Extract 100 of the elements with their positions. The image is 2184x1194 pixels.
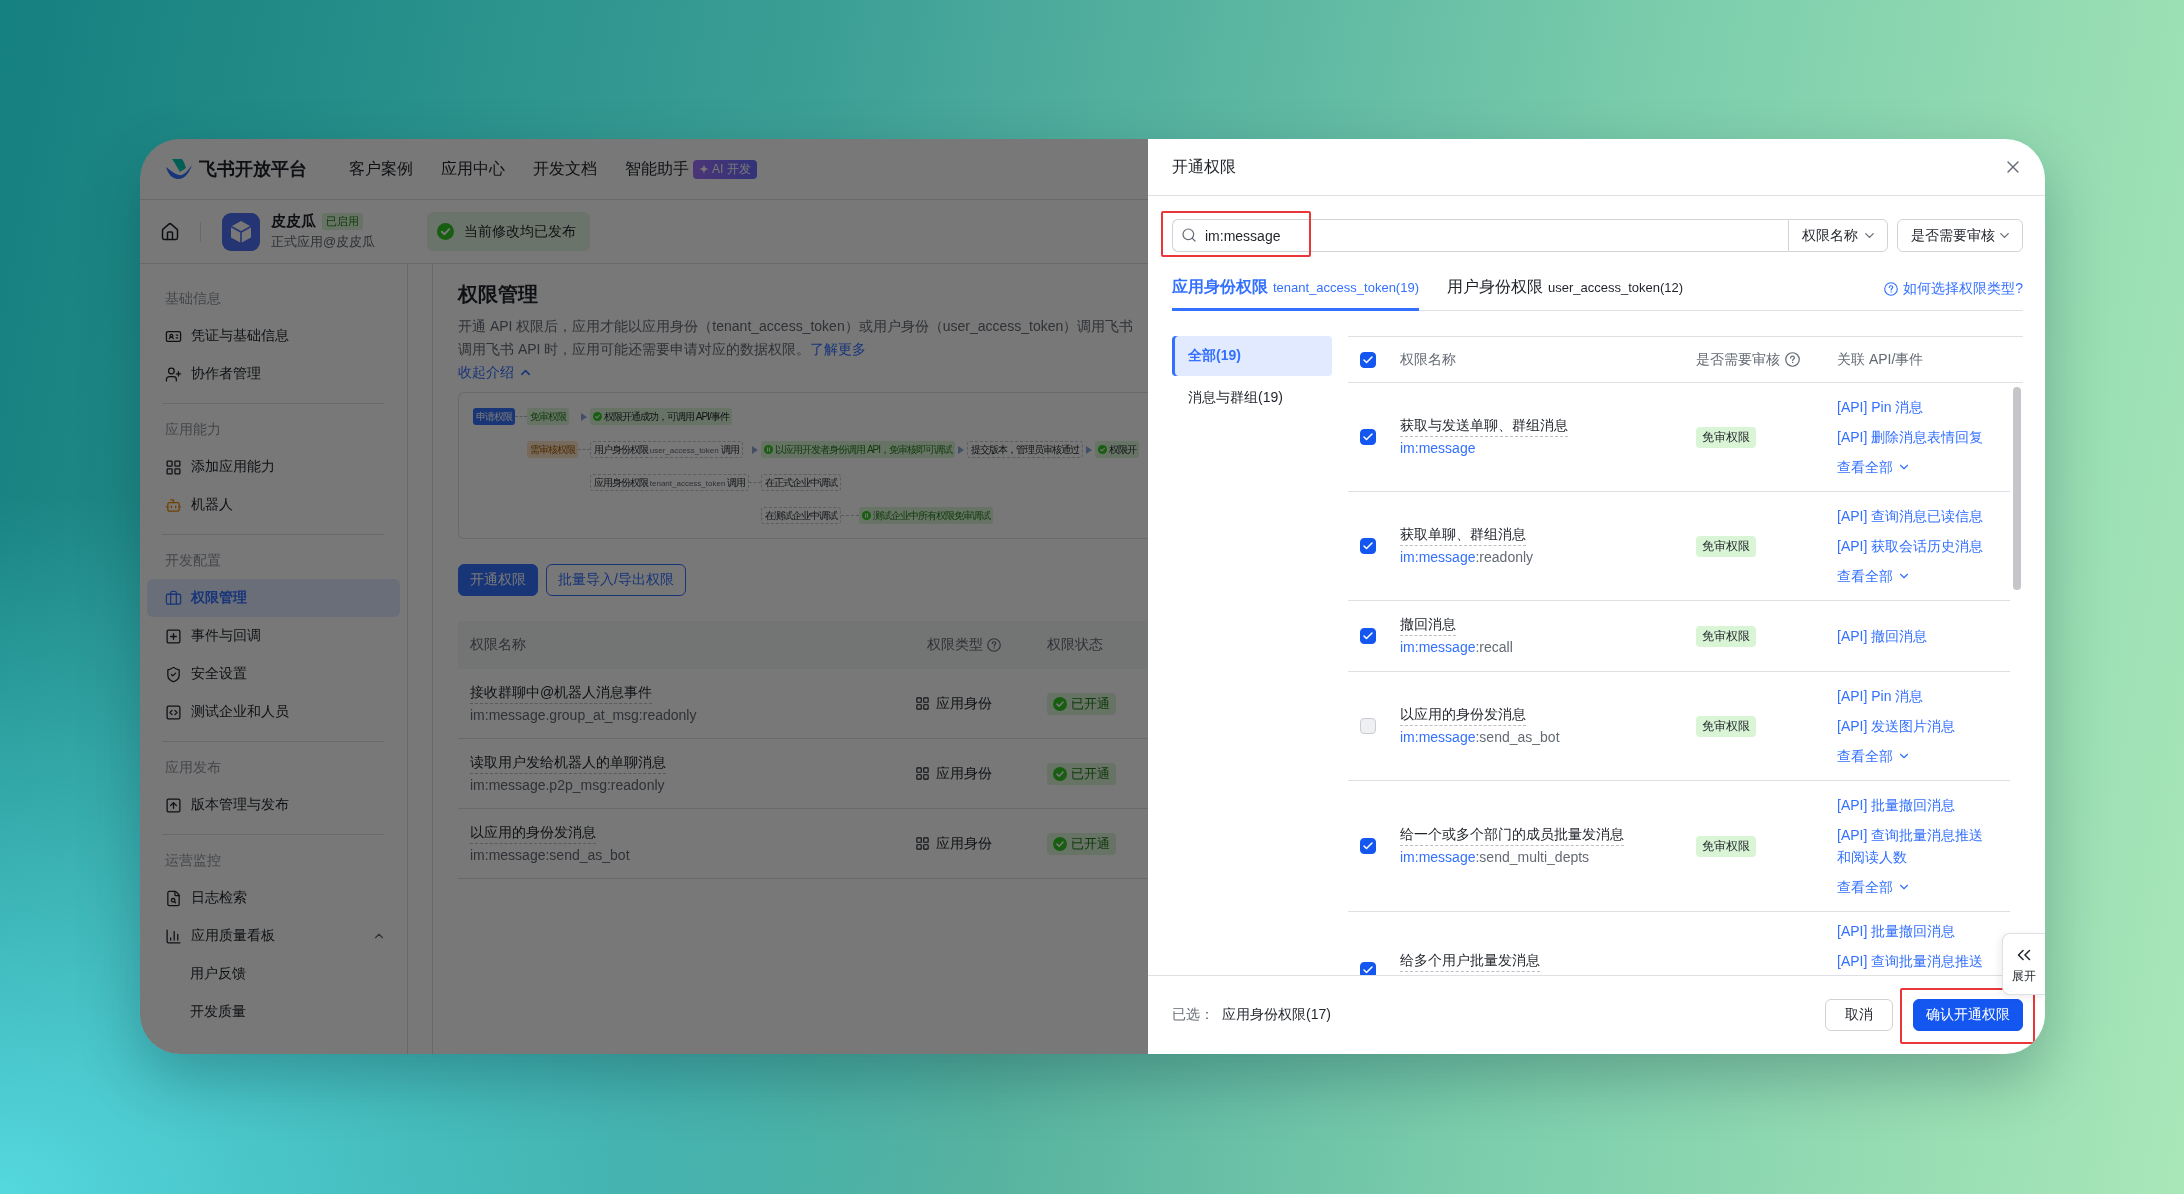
help-icon <box>1884 281 1899 296</box>
sidebar-item[interactable]: 权限管理 <box>147 579 400 617</box>
sidebar-item[interactable]: 凭证与基础信息 <box>147 317 400 355</box>
import-export-button[interactable]: 批量导入/导出权限 <box>546 564 686 596</box>
sidebar-subitem[interactable]: 用户反馈 <box>147 955 400 993</box>
confirm-button[interactable]: 确认开通权限 <box>1913 999 2023 1031</box>
category-item[interactable]: 消息与群组(19) <box>1172 378 1332 418</box>
permission-name: 获取单聊、群组消息 <box>1400 524 1526 546</box>
column-header: 权限名称 <box>1400 350 1456 369</box>
api-link[interactable]: [API] 删除消息表情回复 <box>1837 426 1984 448</box>
api-link[interactable]: [API] Pin 消息 <box>1837 685 1924 707</box>
tab[interactable]: 用户身份权限 user_access_token(12) <box>1447 267 1684 311</box>
pause-circle-icon <box>764 445 774 454</box>
api-link[interactable]: [API] 批量撤回消息 <box>1837 920 1956 942</box>
sidebar-item[interactable]: 版本管理与发布 <box>147 786 400 824</box>
app-icon <box>222 212 260 251</box>
checkbox[interactable] <box>1360 838 1376 854</box>
review-badge: 免审权限 <box>1696 835 1756 857</box>
category-item[interactable]: 全部(19) <box>1172 336 1332 376</box>
cancel-button[interactable]: 取消 <box>1825 999 1893 1031</box>
permission-scope: im:message:readonly <box>1400 548 1534 567</box>
help-link[interactable]: 如何选择权限类型? <box>1884 279 2023 298</box>
filter-select[interactable]: 权限名称 <box>1788 219 1888 252</box>
node-label: 免审权限 <box>530 409 566 424</box>
tab[interactable]: 应用身份权限 tenant_access_token(19) <box>1172 267 1419 311</box>
view-all-link[interactable]: 查看全部 <box>1837 565 1911 587</box>
api-link[interactable]: [API] Pin 消息 <box>1837 396 1924 418</box>
status-text: 已开通 <box>1071 834 1110 853</box>
api-link[interactable]: [API] 获取会话历史消息 <box>1837 535 1984 557</box>
file-search-icon <box>165 889 182 907</box>
robot-icon <box>165 496 182 514</box>
checkbox[interactable] <box>1360 429 1376 445</box>
sidebar-subitem[interactable]: 开发质量 <box>147 993 400 1031</box>
node-label: 应用身份权限 tenant_access_token 调用 <box>594 475 746 490</box>
sidebar-item[interactable]: 日志检索 <box>147 879 400 917</box>
nav-link[interactable]: 开发文档 <box>533 158 597 180</box>
review-badge: 免审权限 <box>1696 625 1756 647</box>
check-icon <box>1362 964 1374 975</box>
api-link[interactable]: [API] 批量撤回消息 <box>1837 794 1956 816</box>
square-plus-icon <box>165 627 182 645</box>
sidebar-item[interactable]: 安全设置 <box>147 655 400 693</box>
node-label: 在正式企业中调试 <box>765 475 838 490</box>
grid-icon <box>915 696 930 711</box>
sidebar-item[interactable]: 机器人 <box>147 486 400 524</box>
collapse-link[interactable]: 收起介绍 <box>458 361 533 384</box>
permission-name: 给一个或多个部门的成员批量发消息 <box>1400 824 1624 846</box>
open-permission-button[interactable]: 开通权限 <box>458 564 538 596</box>
filter-select[interactable]: 是否需要审核 <box>1897 219 2023 252</box>
permission-scope: im:message <box>1400 439 1476 458</box>
arrow-icon <box>752 445 759 454</box>
check-circle-icon <box>593 412 602 421</box>
shield-check-icon <box>165 665 182 683</box>
check-icon <box>1362 540 1374 552</box>
node-label: 以应用开发者身份调用 API，免审核即可调试 <box>775 442 953 457</box>
review-badge: 免审权限 <box>1696 535 1756 557</box>
checkbox[interactable] <box>1360 351 1376 368</box>
home-icon[interactable] <box>160 221 180 242</box>
review-badge: 免审权限 <box>1696 715 1756 737</box>
column-header: 权限类型 <box>927 636 983 654</box>
api-link[interactable]: [API] 查询消息已读信息 <box>1837 505 1984 527</box>
node-label: 提交版本，管理员审核通过 <box>971 442 1080 457</box>
nav-link[interactable]: 智能助手 <box>625 158 689 180</box>
api-link[interactable]: [API] 查询批量消息推送 <box>1837 950 1984 972</box>
nav-link[interactable]: 客户案例 <box>349 158 413 180</box>
grid-icon <box>915 836 930 851</box>
api-link[interactable]: [API] 发送图片消息 <box>1837 715 1956 737</box>
sidebar-item[interactable]: 测试企业和人员 <box>147 693 400 731</box>
permission-code: im:message:send_as_bot <box>470 845 630 865</box>
status-text: 已开通 <box>1071 764 1110 783</box>
column-header: 权限名称 <box>470 636 526 654</box>
node-label: 权限开 <box>1109 442 1137 457</box>
view-all-link[interactable]: 查看全部 <box>1837 745 1911 767</box>
expand-tab[interactable]: 展开 <box>2002 933 2045 995</box>
view-all-link[interactable]: 查看全部 <box>1837 456 1911 478</box>
sidebar-item[interactable]: 事件与回调 <box>147 617 400 655</box>
permission-scope: im:message:send_as_bot <box>1400 728 1560 747</box>
sidebar-item[interactable]: 协作者管理 <box>147 355 400 393</box>
pause-circle-icon <box>862 511 872 520</box>
column-header: 权限状态 <box>1047 636 1103 654</box>
node-label: 需审核权限 <box>530 442 575 457</box>
node-label: 在测试企业中调试 <box>765 508 838 523</box>
learn-more-link[interactable]: 了解更多 <box>810 341 867 357</box>
search-field[interactable]: im:message <box>1172 219 1788 252</box>
sparkle-icon <box>699 164 709 174</box>
page-title: 权限管理 <box>458 282 538 307</box>
sidebar-item[interactable]: 添加应用能力 <box>147 448 400 486</box>
scrollbar-thumb[interactable] <box>2013 387 2021 590</box>
check-circle-icon <box>1053 766 1067 781</box>
api-link[interactable]: [API] 撤回消息 <box>1837 625 1928 647</box>
api-link[interactable]: [API] 查询批量消息推送和阅读人数 <box>1837 824 1991 868</box>
checkbox[interactable] <box>1360 628 1376 644</box>
sidebar-item[interactable]: 应用质量看板 <box>147 917 400 955</box>
nav-link[interactable]: 应用中心 <box>441 158 505 180</box>
selected-label: 已选： <box>1172 1006 1214 1024</box>
permission-name: 以应用的身份发消息 <box>1400 704 1526 726</box>
view-all-link[interactable]: 查看全部 <box>1837 876 1911 898</box>
check-icon <box>1362 431 1374 443</box>
checkbox[interactable] <box>1360 538 1376 554</box>
permission-type: 应用身份 <box>936 764 992 783</box>
checkbox[interactable] <box>1360 962 1376 975</box>
